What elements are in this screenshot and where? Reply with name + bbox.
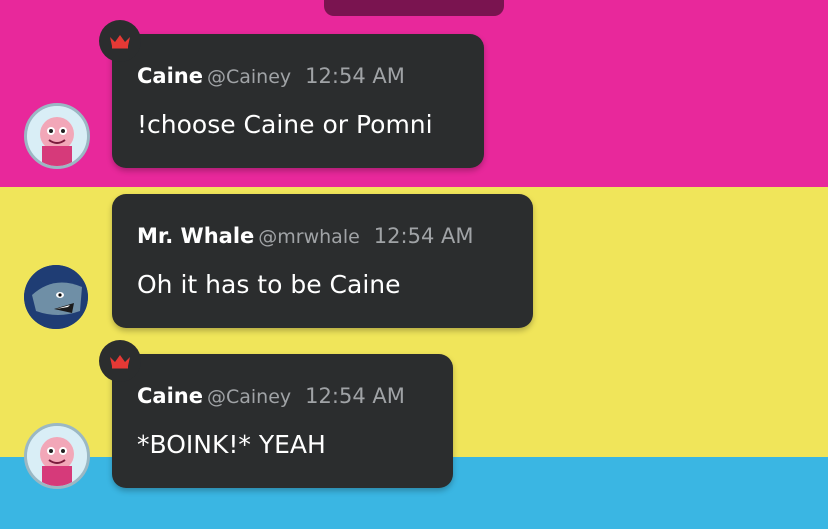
crown-badge <box>99 340 141 382</box>
crown-badge <box>99 20 141 62</box>
author-handle[interactable]: @mrwhale <box>258 226 360 248</box>
author-name[interactable]: Caine <box>137 384 203 408</box>
previous-message-edge <box>324 0 504 16</box>
avatar[interactable] <box>24 423 90 489</box>
message-bubble: Mr. Whale @mrwhale 12:54 AM Oh it has to b… <box>112 194 533 328</box>
message-text: Oh it has to be Caine <box>137 270 401 299</box>
crown-icon <box>110 355 130 369</box>
whale-avatar-icon <box>24 265 88 329</box>
message-bubble: Caine @Cainey 12:54 AM !choose Caine or Po… <box>112 34 484 168</box>
message-bubble: Caine @Cainey 12:54 AM *BOINK!* YEAH <box>112 354 453 488</box>
caine-avatar-icon <box>27 426 87 486</box>
message-header: Caine @Cainey 12:54 AM <box>137 64 405 88</box>
author-handle[interactable]: @Cainey <box>207 66 291 88</box>
author-name[interactable]: Mr. Whale <box>137 224 254 248</box>
author-name[interactable]: Caine <box>137 64 203 88</box>
avatar[interactable] <box>24 103 90 169</box>
crown-icon <box>110 35 130 49</box>
author-handle[interactable]: @Cainey <box>207 386 291 408</box>
timestamp: 12:54 AM <box>305 384 405 408</box>
caine-avatar-icon <box>27 106 87 166</box>
message-text: *BOINK!* YEAH <box>137 430 326 459</box>
avatar[interactable] <box>24 265 88 329</box>
timestamp: 12:54 AM <box>305 64 405 88</box>
message-header: Caine @Cainey 12:54 AM <box>137 384 405 408</box>
timestamp: 12:54 AM <box>373 224 474 248</box>
message-header: Mr. Whale @mrwhale 12:54 AM <box>137 224 473 248</box>
message-text: !choose Caine or Pomni <box>137 110 433 139</box>
